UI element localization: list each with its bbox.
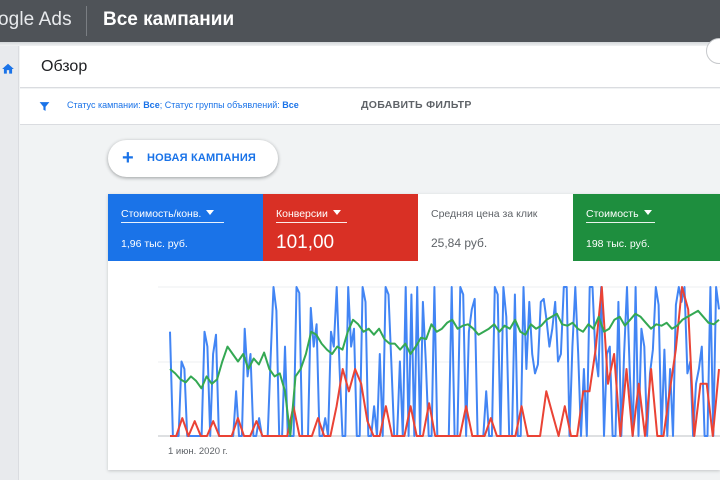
dropdown-caret-icon xyxy=(332,210,341,215)
x-axis-start-label: 1 июн. 2020 г. xyxy=(168,446,228,457)
dropdown-caret-icon xyxy=(643,210,652,215)
metric-tile-cost-per-conversion[interactable]: Стоимость/конв. 1,96 тыс. руб. xyxy=(108,194,263,261)
metric-label: Средняя цена за клик xyxy=(431,208,538,220)
filter-adgroup-status-label: ; Статус группы объявлений: xyxy=(159,100,283,110)
metric-tile-conversions[interactable]: Конверсии 101,00 xyxy=(263,194,418,261)
metric-value: 101,00 xyxy=(276,232,335,253)
home-icon[interactable] xyxy=(1,62,15,76)
overview-header: Обзор xyxy=(20,46,720,88)
add-filter-button[interactable]: ДОБАВИТЬ ФИЛЬТР xyxy=(361,99,472,111)
plus-icon: + xyxy=(122,147,134,169)
metric-label: Стоимость/конв. xyxy=(121,208,202,220)
dropdown-caret-icon xyxy=(206,210,215,215)
filter-bar: Статус кампании: Все; Статус группы объя… xyxy=(20,89,720,125)
new-campaign-button[interactable]: + НОВАЯ КАМПАНИЯ xyxy=(108,140,278,177)
left-navigation-rail xyxy=(0,46,19,480)
top-app-bar: ogle Ads Все кампании xyxy=(0,0,720,42)
metric-value: 198 тыс. руб. xyxy=(586,238,650,250)
metric-tile-avg-cpc[interactable]: Средняя цена за клик 25,84 руб. xyxy=(418,194,573,261)
metric-selector-underline xyxy=(276,222,347,223)
metric-value: 25,84 руб. xyxy=(431,236,488,250)
active-filters[interactable]: Статус кампании: Все; Статус группы объя… xyxy=(67,100,299,110)
metric-label: Конверсии xyxy=(276,208,328,220)
topbar-divider xyxy=(86,6,87,36)
page-scope-title[interactable]: Все кампании xyxy=(103,9,234,31)
filter-campaign-status-value: Все xyxy=(143,100,160,110)
performance-card: Стоимость/конв. 1,96 тыс. руб. Конверсии… xyxy=(108,194,720,470)
filter-icon[interactable] xyxy=(38,100,51,113)
filter-adgroup-status-value: Все xyxy=(282,100,299,110)
performance-line-chart[interactable] xyxy=(108,261,720,446)
metric-selector-cost[interactable]: Стоимость xyxy=(586,208,652,220)
metric-selector-conversions[interactable]: Конверсии xyxy=(276,208,341,220)
google-ads-logo[interactable]: ogle Ads xyxy=(0,9,72,31)
metric-value: 1,96 тыс. руб. xyxy=(121,238,188,250)
new-campaign-label: НОВАЯ КАМПАНИЯ xyxy=(147,152,257,164)
metric-selector-underline xyxy=(121,222,224,223)
filter-campaign-status-label: Статус кампании: xyxy=(67,100,144,110)
metric-selector-cost-per-conversion[interactable]: Стоимость/конв. xyxy=(121,208,215,220)
metric-label: Стоимость xyxy=(586,208,639,220)
page-title: Обзор xyxy=(41,58,88,75)
metric-selector-underline xyxy=(586,222,655,223)
metric-tile-cost[interactable]: Стоимость 198 тыс. руб. xyxy=(573,194,720,261)
